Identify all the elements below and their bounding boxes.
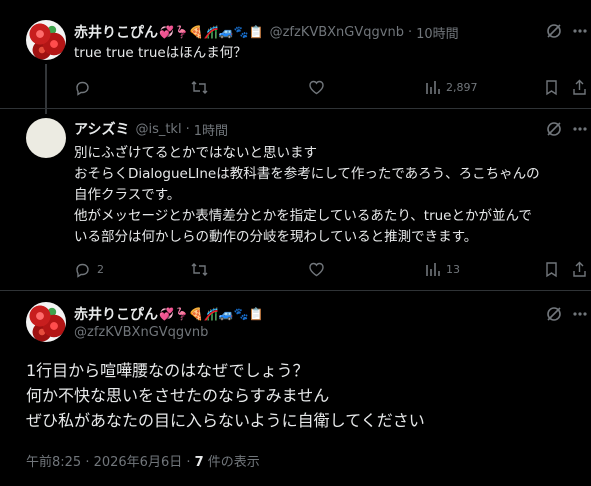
display-name[interactable]: 赤井りこぴん	[74, 22, 158, 42]
grok-icon[interactable]	[545, 120, 563, 142]
views-count: 7	[194, 455, 204, 470]
grok-icon[interactable]	[545, 305, 563, 327]
display-name[interactable]: 赤井りこぴん	[74, 304, 158, 324]
bookmark-button[interactable]	[544, 261, 559, 278]
views-label: 件の表示	[203, 455, 260, 470]
text-line: おそらくDialogueLIneは教科書を参考にして作ったであろう、ろこちゃんの	[74, 166, 540, 182]
views-icon	[426, 263, 440, 276]
timestamp[interactable]: 1時間	[194, 120, 228, 139]
divider	[0, 290, 591, 291]
reply-button[interactable]: 2	[74, 261, 104, 278]
handle[interactable]: @is_tkl	[135, 122, 181, 137]
text-line: 別にふざけてるとかではないと思います	[74, 145, 317, 161]
bookmark-icon	[546, 262, 557, 278]
text-line: 何か不快な思いをさせたのならすみません	[26, 386, 330, 405]
reply-text: 別にふざけてるとかではないと思います おそらくDialogueLIneは教科書を…	[74, 143, 584, 248]
more-icon[interactable]	[572, 120, 588, 142]
grok-icon[interactable]	[545, 22, 563, 44]
reply-icon	[76, 263, 89, 278]
tweet-meta: 午前8:25 · 2026年6月6日 · 7 件の表示	[26, 451, 260, 470]
share-icon	[573, 79, 586, 95]
more-icon[interactable]	[572, 305, 588, 327]
like-button[interactable]	[308, 261, 325, 278]
handle[interactable]: @zfzKVBXnGVqgvnb	[270, 25, 404, 40]
name-emoji: 💞🦩🍕🎢🚙🐾📋	[159, 25, 264, 39]
bookmark-icon	[546, 80, 557, 96]
tweet2-text: 1行目から喧嘩腰なのはなぜでしょう？ 何か不快な思いをさせたのならすみません ぜ…	[26, 358, 425, 433]
views-count: 2,897	[446, 81, 478, 94]
tweet1-text: true true trueはほんま何？	[74, 45, 247, 61]
more-icon[interactable]	[572, 22, 588, 44]
repost-button[interactable]	[190, 261, 209, 278]
reply-button[interactable]	[74, 79, 91, 96]
views-count: 13	[446, 263, 460, 276]
text-line: 自作クラスです。	[74, 187, 181, 203]
reply-icon	[76, 81, 89, 96]
separator-dot: ·	[185, 121, 190, 137]
like-button[interactable]	[308, 79, 325, 96]
timestamp[interactable]: 10時間	[416, 23, 459, 42]
display-name[interactable]: アシズミ	[74, 119, 129, 139]
share-icon	[573, 261, 586, 277]
views-icon	[426, 81, 440, 94]
text-line: いる部分は何かしらの動作の分岐を現わしていると推測できます。	[74, 229, 478, 245]
share-button[interactable]	[572, 261, 587, 278]
name-emoji: 💞🦩🍕🎢🚙🐾📋	[159, 307, 264, 321]
tweet2-header: 赤井りこぴん 💞🦩🍕🎢🚙🐾📋	[74, 304, 264, 324]
text-line: ぜひ私があなたの目に入らないように自衛してください	[26, 411, 425, 430]
views-button[interactable]: 2,897	[425, 79, 478, 96]
repost-button[interactable]	[190, 79, 209, 96]
text-line: 他がメッセージとか表情差分とかを指定しているあたり、trueとかが並んで	[74, 208, 532, 224]
heart-icon	[309, 80, 324, 95]
views-button[interactable]: 13	[425, 261, 460, 278]
tweet1-header: 赤井りこぴん 💞🦩🍕🎢🚙🐾📋 @zfzKVBXnGVqgvnb · 10時間	[74, 22, 459, 42]
heart-icon	[309, 262, 324, 277]
repost-icon	[191, 81, 208, 94]
avatar[interactable]	[26, 118, 66, 158]
separator-dot: ·	[407, 24, 413, 40]
avatar[interactable]	[26, 302, 66, 342]
text-line: 1行目から喧嘩腰なのはなぜでしょう？	[26, 361, 309, 380]
post-datetime[interactable]: 午前8:25 · 2026年6月6日 ·	[26, 455, 195, 470]
repost-icon	[191, 263, 208, 276]
share-button[interactable]	[572, 79, 587, 96]
handle[interactable]: @zfzKVBXnGVqgvnb	[74, 325, 208, 340]
avatar[interactable]	[26, 20, 66, 60]
reply-header: アシズミ @is_tkl · 1時間	[74, 119, 228, 139]
bookmark-button[interactable]	[544, 79, 559, 96]
reply-count: 2	[97, 263, 104, 276]
thread-line	[45, 64, 47, 114]
divider	[0, 108, 591, 109]
